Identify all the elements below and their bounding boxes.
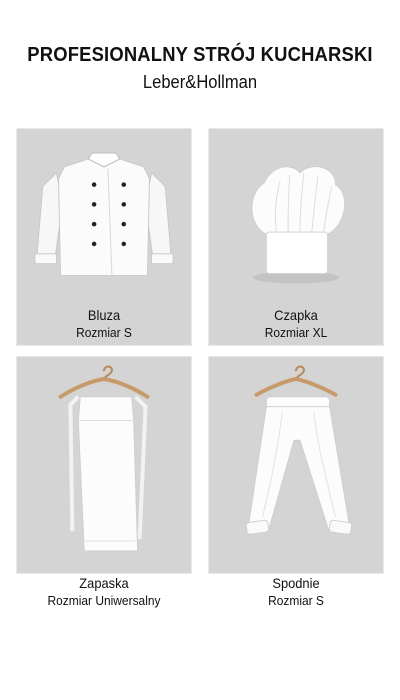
product-card-apron[interactable] bbox=[16, 356, 192, 574]
item-name: Czapka bbox=[274, 307, 318, 323]
product-grid: Bluza Rozmiar S Czapka Rozmiar XL Zapask… bbox=[16, 128, 384, 632]
chef-pants-icon bbox=[245, 365, 353, 535]
apron-icon bbox=[58, 365, 150, 552]
caption-jacket: Bluza Rozmiar S bbox=[16, 306, 192, 341]
page-title: PROFESIONALNY STRÓJ KUCHARSKI bbox=[27, 44, 373, 66]
product-card-pants[interactable] bbox=[208, 356, 384, 574]
item-name: Spodnie bbox=[272, 575, 320, 591]
item-size: Rozmiar S bbox=[76, 325, 132, 340]
item-name: Bluza bbox=[87, 307, 121, 323]
caption-apron: Zapaska Rozmiar Uniwersalny bbox=[16, 574, 192, 609]
caption-hat: Czapka Rozmiar XL bbox=[208, 306, 384, 341]
item-size: Rozmiar S bbox=[268, 593, 324, 608]
item-size: Rozmiar Uniwersalny bbox=[47, 593, 161, 608]
item-size: Rozmiar XL bbox=[264, 325, 328, 340]
brand-name: Leber&Hollman bbox=[142, 72, 258, 92]
page-header: PROFESIONALNY STRÓJ KUCHARSKI Leber&Holl… bbox=[0, 42, 400, 94]
caption-pants: Spodnie Rozmiar S bbox=[208, 574, 384, 609]
item-name: Zapaska bbox=[79, 575, 129, 591]
